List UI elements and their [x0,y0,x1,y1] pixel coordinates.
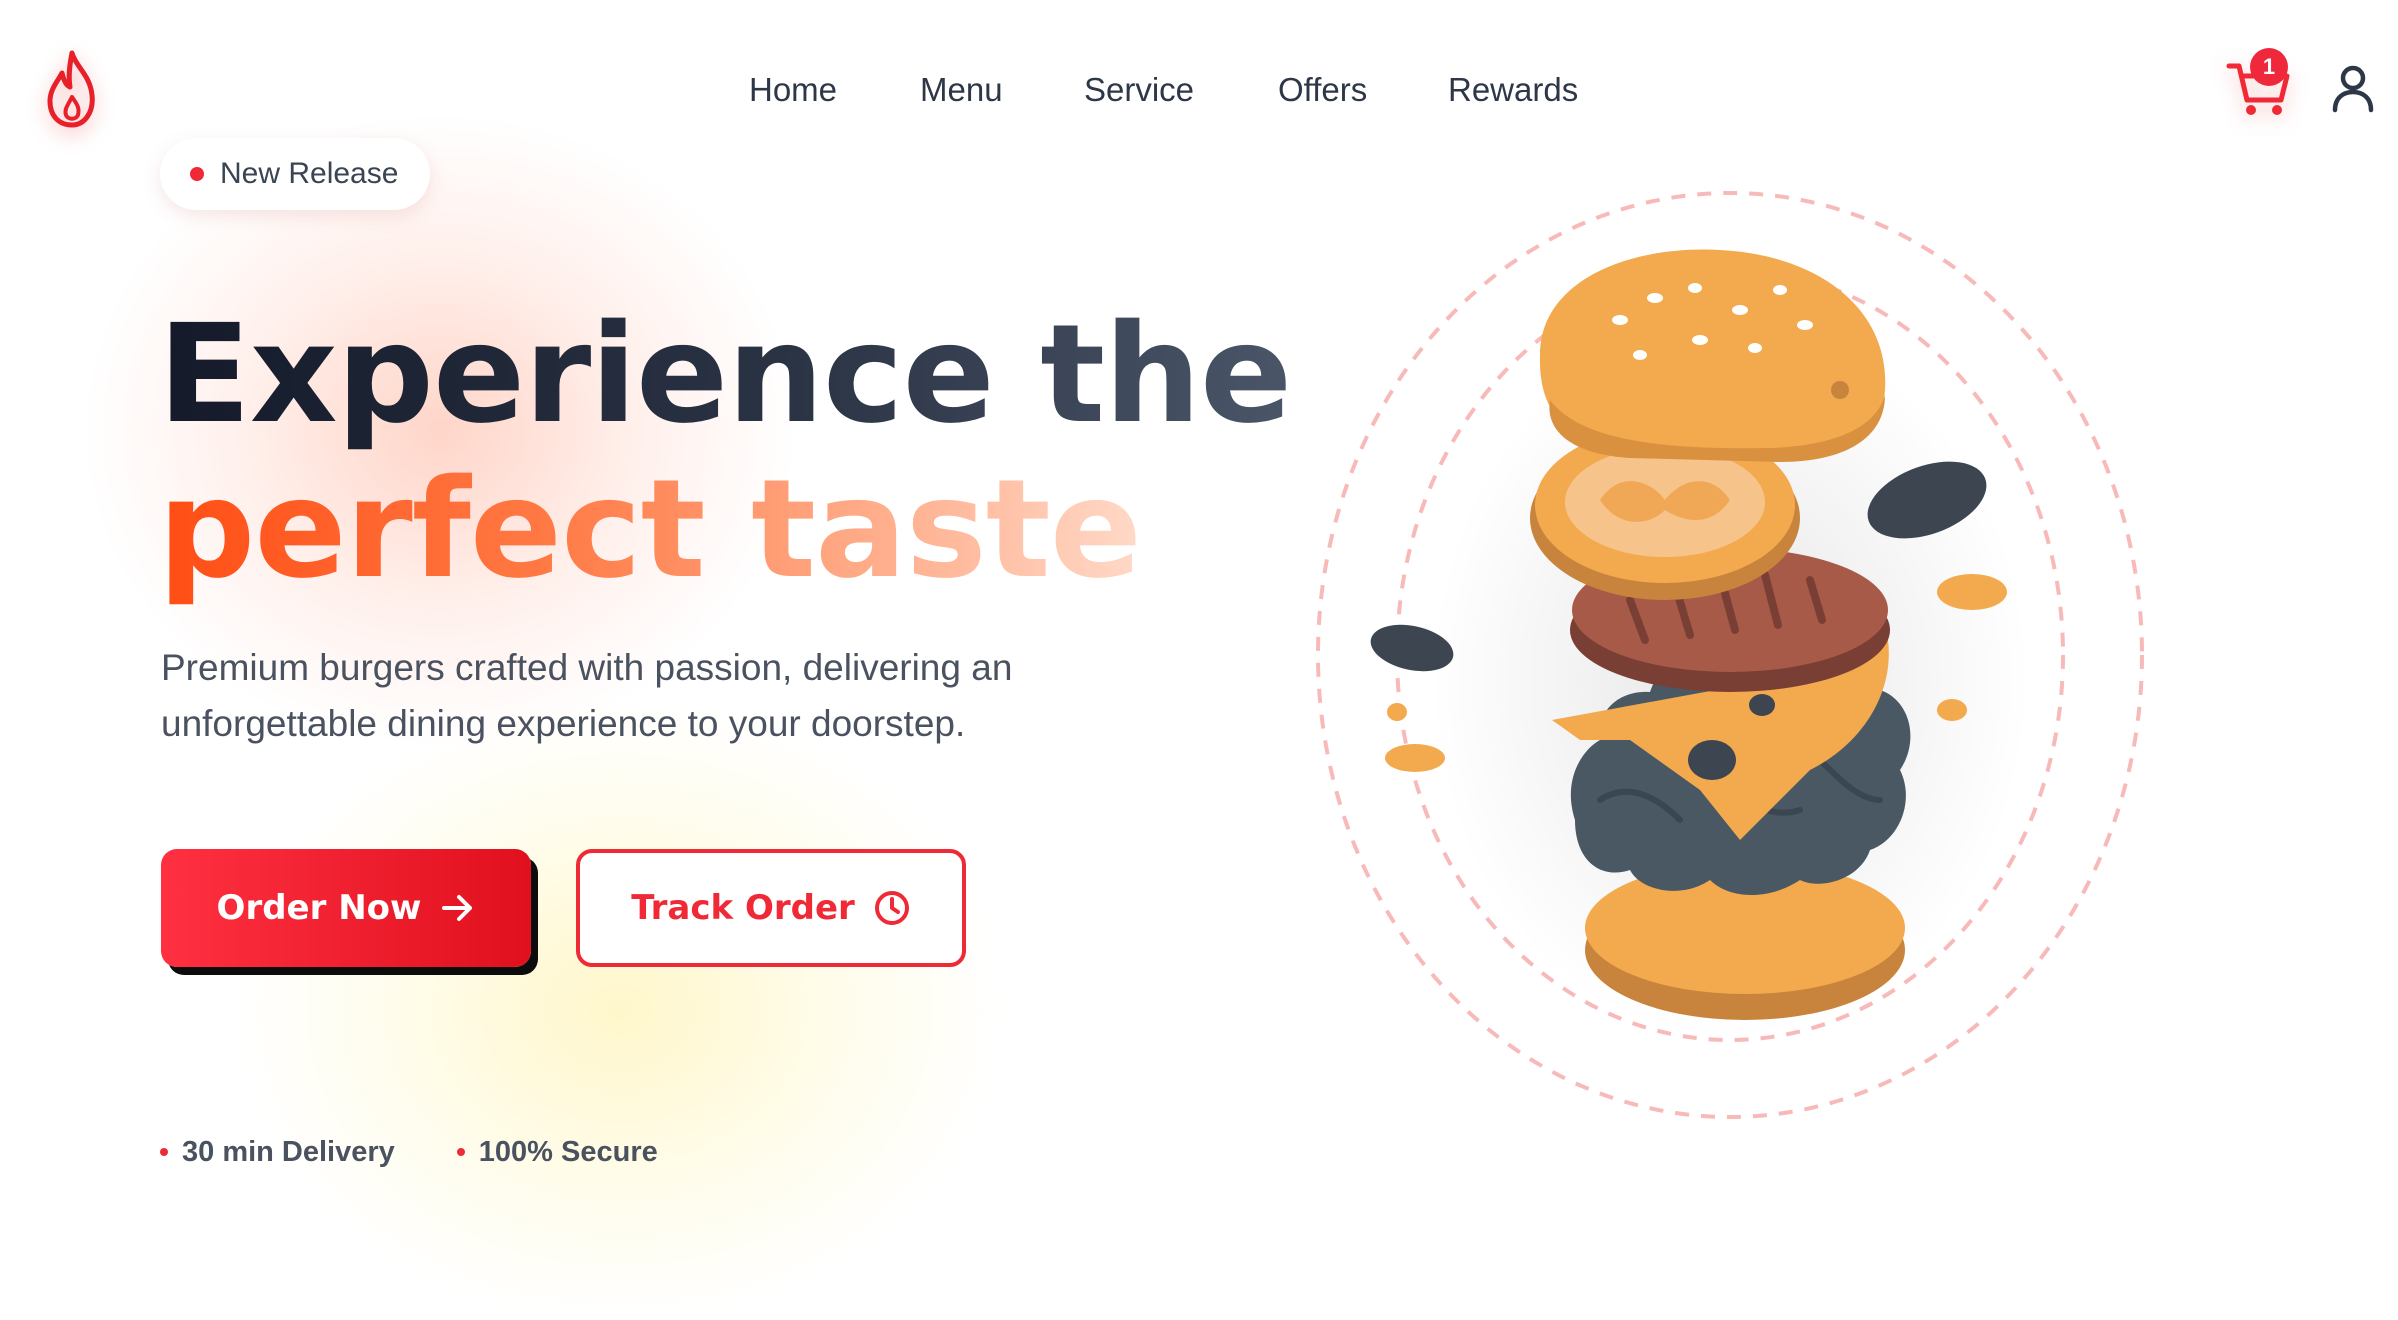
bullet-dot [456,1148,465,1156]
feature-label: 30 min Delivery [182,1135,395,1168]
bullet-dot [160,1148,168,1156]
hero-title-line1: Experience the [158,296,1292,454]
user-icon [2332,65,2374,113]
user-account-button[interactable] [2330,64,2376,114]
cart-count-badge: 1 [2250,48,2288,86]
status-dot [190,167,204,181]
feature-label: 100% Secure [478,1135,658,1168]
new-release-badge: New Release [160,138,431,210]
hero-subtitle: Premium burgers crafted with passion, de… [161,647,1013,744]
feature-list: 30 min Delivery 100% Secure [160,1132,720,1172]
nav-item-menu[interactable]: Menu [920,64,1003,116]
order-now-label: Order Now [216,888,422,928]
clock-icon [874,891,909,925]
arrow-right-icon [442,895,473,921]
badge-label: New Release [220,157,399,190]
hero-title-line2: perfect taste [158,451,1142,609]
nav-item-service[interactable]: Service [1084,64,1194,116]
feature-secure: 100% Secure [456,1135,658,1169]
brand-logo[interactable] [38,44,106,134]
nav-item-offers[interactable]: Offers [1278,64,1367,116]
nav-item-rewards[interactable]: Rewards [1448,64,1578,116]
background-glow-yellow [240,700,1000,1320]
exploded-burger-illustration [1316,191,2144,1119]
nav-item-home[interactable]: Home [749,64,837,116]
track-order-label: Track Order [631,888,855,928]
flame-icon [47,50,95,128]
track-order-button[interactable]: Track Order [576,849,966,967]
feature-delivery: 30 min Delivery [160,1136,395,1169]
order-now-button[interactable]: Order Now [161,849,531,967]
